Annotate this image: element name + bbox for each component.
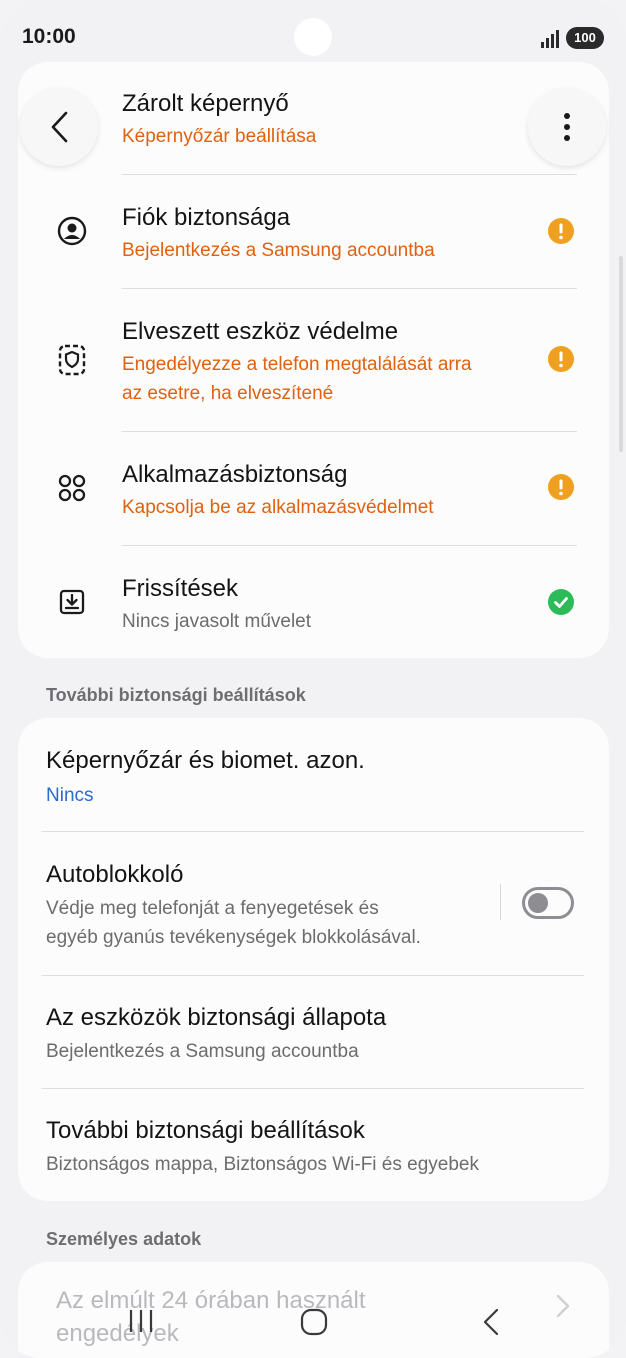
account-circle-icon: [55, 214, 89, 248]
divider: [122, 174, 577, 175]
app-security-title: Alkalmazásbiztonság: [122, 461, 348, 488]
divider: [42, 831, 584, 832]
apps-grid-icon: [55, 471, 89, 505]
divider: [122, 545, 577, 546]
section-label-personal: Személyes adatok: [46, 1229, 202, 1249]
account-security-subtitle: Bejelentkezés a Samsung accountba: [122, 240, 435, 261]
account-security-title: Fiók biztonsága: [122, 204, 291, 231]
app-security-subtitle: Kapcsolja be az alkalmazásvédelmet: [122, 497, 434, 518]
section-label-more-security: További biztonsági beállítások: [46, 685, 306, 705]
chevron-left-icon: [51, 111, 68, 143]
more-security-settings-subtitle: Biztonságos mappa, Biztonságos Wi-Fi és …: [46, 1154, 479, 1175]
device-security-status-subtitle: Bejelentkezés a Samsung accountba: [46, 1041, 359, 1062]
auto-blocker-subtitle-line2: egyéb gyanús tevékenységek blokkolásával…: [46, 927, 421, 948]
battery-indicator: 100: [566, 27, 604, 49]
status-bar: 10:00 100: [0, 0, 626, 70]
lost-device-title: Elveszett eszköz védelme: [122, 318, 399, 345]
camera-cutout: [294, 18, 332, 56]
lost-device-subtitle-line2: az esetre, ha elveszítené: [122, 383, 334, 404]
check-icon: [548, 589, 574, 615]
recent-apps-icon[interactable]: [128, 1308, 154, 1334]
auto-blocker-title: Autoblokkoló: [46, 861, 184, 888]
download-box-icon: [55, 585, 89, 619]
home-icon[interactable]: [300, 1308, 328, 1336]
warning-icon: [548, 218, 574, 244]
more-vertical-icon: [564, 113, 570, 141]
screen-lock-biometrics-title: Képernyőzár és biomet. azon.: [46, 747, 365, 774]
warning-icon: [548, 346, 574, 372]
status-time: 10:00: [22, 25, 76, 48]
scrollbar[interactable]: [619, 256, 623, 452]
divider: [42, 975, 584, 976]
lock-screen-subtitle: Képernyőzár beállítása: [122, 126, 317, 147]
signal-icon: [541, 30, 559, 48]
warning-icon: [548, 474, 574, 500]
auto-blocker-toggle[interactable]: [522, 887, 574, 919]
divider: [122, 431, 577, 432]
toggle-knob: [528, 893, 548, 913]
divider: [122, 288, 577, 289]
lost-device-subtitle-line1: Engedélyezze a telefon megtalálását arra: [122, 354, 472, 375]
screen: 10:00 100 Zárolt képernyő Képernyőzár be…: [0, 0, 626, 1358]
updates-subtitle: Nincs javasolt művelet: [122, 611, 312, 632]
divider: [42, 1088, 584, 1089]
more-security-settings-title: További biztonsági beállítások: [46, 1117, 365, 1144]
updates-title: Frissítések: [122, 575, 239, 602]
shield-device-icon: [55, 343, 89, 377]
navigation-bar: [0, 1290, 626, 1358]
device-security-status-title: Az eszközök biztonsági állapota: [46, 1004, 387, 1031]
lock-screen-title: Zárolt képernyő: [122, 90, 289, 117]
auto-blocker-subtitle-line1: Védje meg telefonját a fenyegetések és: [46, 898, 379, 919]
screen-lock-biometrics-value: Nincs: [46, 785, 94, 806]
more-options-button[interactable]: [528, 88, 606, 166]
back-button[interactable]: [20, 88, 98, 166]
toggle-separator: [500, 884, 501, 920]
back-nav-icon[interactable]: [482, 1308, 500, 1336]
